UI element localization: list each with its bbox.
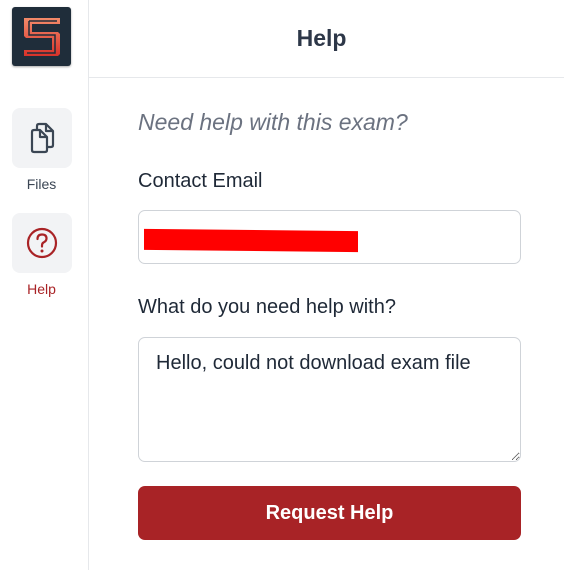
page-title: Help xyxy=(296,25,347,51)
sidebar-item-files-label[interactable]: Files xyxy=(0,176,83,192)
email-label: Contact Email xyxy=(138,170,263,192)
sidebar: Files Help xyxy=(0,0,89,570)
help-page: Files Help Help Need help with this exam… xyxy=(0,0,564,570)
page-header: Help xyxy=(89,0,564,78)
files-icon xyxy=(30,122,55,154)
help-message-textarea[interactable]: Hello, could not download exam file xyxy=(138,337,521,462)
brand-logo-icon xyxy=(23,17,60,56)
sidebar-item-help[interactable] xyxy=(12,213,72,273)
help-circle-icon xyxy=(26,227,58,259)
request-help-button[interactable]: Request Help xyxy=(138,486,521,540)
brand-logo[interactable] xyxy=(12,7,71,66)
help-question-label: What do you need help with? xyxy=(138,296,396,318)
sidebar-item-help-label[interactable]: Help xyxy=(0,281,83,297)
form-subtitle: Need help with this exam? xyxy=(138,109,408,135)
sidebar-item-files[interactable] xyxy=(12,108,72,168)
redaction-mark xyxy=(144,228,358,253)
